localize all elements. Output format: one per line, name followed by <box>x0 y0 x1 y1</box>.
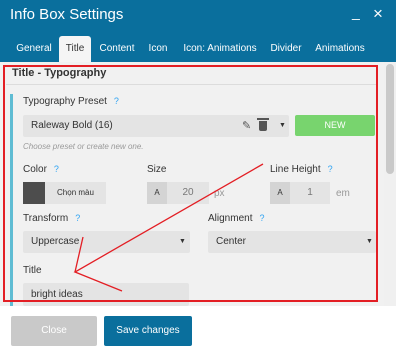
tab-title[interactable]: Title <box>59 36 91 62</box>
annotation-highlight-box <box>3 65 378 302</box>
tab-animations[interactable]: Animations <box>309 36 371 62</box>
tab-divider[interactable]: Divider <box>266 36 306 62</box>
close-button[interactable]: Close <box>11 316 97 346</box>
tab-general[interactable]: General <box>12 36 56 62</box>
tab-icon[interactable]: Icon <box>144 36 172 62</box>
modal-title: Info Box Settings <box>10 6 124 23</box>
tab-content[interactable]: Content <box>96 36 138 62</box>
minimize-icon[interactable]: _ <box>352 4 366 24</box>
scrollbar-thumb[interactable] <box>386 64 394 174</box>
save-changes-button[interactable]: Save changes <box>104 316 192 346</box>
close-icon[interactable]: × <box>370 4 386 24</box>
tab-icon-animations[interactable]: Icon: Animations <box>178 36 262 62</box>
